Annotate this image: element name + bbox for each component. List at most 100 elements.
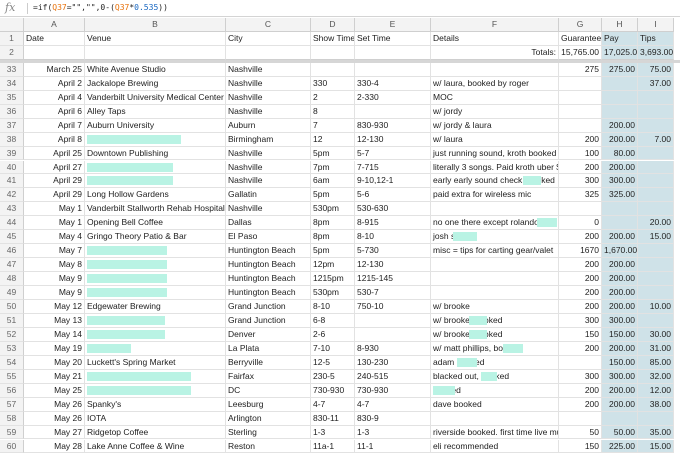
pay-cell[interactable]: 200.00	[602, 342, 638, 356]
tips-cell[interactable]	[638, 286, 674, 300]
details-cell[interactable]: josh set up	[431, 230, 559, 244]
details-cell[interactable]: eli recommended	[431, 440, 559, 453]
tips-cell[interactable]: 15.00	[638, 440, 674, 453]
tips-cell[interactable]	[638, 258, 674, 272]
city-cell[interactable]: Nashville	[226, 91, 311, 105]
venue-cell[interactable]: Vanderbilt Stallworth Rehab Hospital	[85, 202, 226, 216]
guarantee-cell[interactable]: 200	[559, 398, 602, 412]
show-time-cell[interactable]: 2	[311, 91, 355, 105]
city-cell[interactable]: Huntington Beach	[226, 244, 311, 258]
pay-cell[interactable]: 300.00	[602, 370, 638, 384]
city-cell[interactable]: Nashville	[226, 147, 311, 161]
row-number[interactable]: 53	[0, 342, 24, 356]
row-number[interactable]: 44	[0, 216, 24, 230]
guarantee-cell[interactable]	[559, 77, 602, 91]
row-number[interactable]: 38	[0, 133, 24, 147]
row-number[interactable]: 54	[0, 356, 24, 370]
show-time-cell[interactable]: 330	[311, 77, 355, 91]
guarantee-cell[interactable]: 150	[559, 328, 602, 342]
row-number[interactable]: 34	[0, 77, 24, 91]
row-number[interactable]: 60	[0, 440, 24, 453]
tips-cell[interactable]	[638, 202, 674, 216]
tips-cell[interactable]: 20.00	[638, 216, 674, 230]
set-time-cell[interactable]: 12-130	[355, 258, 431, 272]
date-cell[interactable]: May 21	[24, 370, 85, 384]
set-time-cell[interactable]: 8-930	[355, 342, 431, 356]
venue-cell[interactable]	[85, 161, 226, 175]
details-cell[interactable]: w/ jordy & laura	[431, 119, 559, 133]
row-number[interactable]: 40	[0, 161, 24, 175]
set-time-cell[interactable]: 730-930	[355, 384, 431, 398]
row-number[interactable]: 42	[0, 188, 24, 202]
set-time-cell[interactable]: 830-9	[355, 412, 431, 426]
row-number[interactable]: 45	[0, 230, 24, 244]
details-cell[interactable]: dave booked	[431, 398, 559, 412]
tips-cell[interactable]: 12.00	[638, 384, 674, 398]
details-cell[interactable]: early early sound check, booked	[431, 174, 559, 188]
details-cell[interactable]: paid extra for wireless mic	[431, 188, 559, 202]
show-time-cell[interactable]: 730-930	[311, 384, 355, 398]
pay-cell[interactable]	[602, 202, 638, 216]
venue-cell[interactable]	[85, 314, 226, 328]
tips-cell[interactable]: 32.00	[638, 370, 674, 384]
row-number[interactable]: 36	[0, 105, 24, 119]
city-cell[interactable]: Dallas	[226, 216, 311, 230]
set-time-cell[interactable]	[355, 63, 431, 77]
details-cell[interactable]: no one there except rolando	[431, 216, 559, 230]
tips-cell[interactable]: 10.00	[638, 300, 674, 314]
details-cell[interactable]: w/ brooke	[431, 300, 559, 314]
date-cell[interactable]: May 9	[24, 286, 85, 300]
date-cell[interactable]: March 25	[24, 63, 85, 77]
set-time-cell[interactable]: 130-230	[355, 356, 431, 370]
row-number[interactable]: 52	[0, 328, 24, 342]
set-time-cell[interactable]: 750-10	[355, 300, 431, 314]
set-time-cell[interactable]	[355, 314, 431, 328]
guarantee-cell[interactable]	[559, 412, 602, 426]
row-number[interactable]: 39	[0, 147, 24, 161]
city-cell[interactable]: Grand Junction	[226, 314, 311, 328]
set-time-cell[interactable]: 5-6	[355, 188, 431, 202]
guarantee-cell[interactable]: 200	[559, 258, 602, 272]
pay-cell[interactable]: 200.00	[602, 272, 638, 286]
pay-cell[interactable]: 275.00	[602, 63, 638, 77]
pay-cell[interactable]: 300.00	[602, 314, 638, 328]
details-cell[interactable]: w/ jordy	[431, 105, 559, 119]
tips-cell[interactable]	[638, 244, 674, 258]
details-cell[interactable]: blacked out, booked	[431, 370, 559, 384]
tips-cell[interactable]: 35.00	[638, 426, 674, 440]
row-number[interactable]: 43	[0, 202, 24, 216]
tips-cell[interactable]: 75.00	[638, 63, 674, 77]
date-cell[interactable]: May 8	[24, 258, 85, 272]
show-time-cell[interactable]: 530pm	[311, 286, 355, 300]
row-number[interactable]: 48	[0, 272, 24, 286]
header-cell[interactable]: Pay	[602, 32, 638, 46]
show-time-cell[interactable]: 5pm	[311, 244, 355, 258]
row-number[interactable]: 33	[0, 63, 24, 77]
totals-label[interactable]: Totals:	[431, 46, 559, 60]
pay-cell[interactable]: 200.00	[602, 133, 638, 147]
column-header-e[interactable]: E	[355, 18, 431, 32]
show-time-cell[interactable]: 8	[311, 105, 355, 119]
row-number[interactable]: 56	[0, 384, 24, 398]
guarantee-cell[interactable]: 1670	[559, 244, 602, 258]
venue-cell[interactable]: Spanky's	[85, 398, 226, 412]
city-cell[interactable]: DC	[226, 384, 311, 398]
row-number[interactable]: 59	[0, 426, 24, 440]
tips-cell[interactable]	[638, 119, 674, 133]
set-time-cell[interactable]: 330-4	[355, 77, 431, 91]
city-cell[interactable]: Birmingham	[226, 133, 311, 147]
guarantee-cell[interactable]: 200	[559, 230, 602, 244]
guarantee-cell[interactable]: 150	[559, 440, 602, 453]
date-cell[interactable]: May 20	[24, 356, 85, 370]
row-number[interactable]: 51	[0, 314, 24, 328]
guarantee-cell[interactable]: 50	[559, 426, 602, 440]
venue-cell[interactable]: Long Hollow Gardens	[85, 188, 226, 202]
details-cell[interactable]: riverside booked. first time live mu:	[431, 426, 559, 440]
show-time-cell[interactable]: 8pm	[311, 216, 355, 230]
pay-cell[interactable]: 200.00	[602, 384, 638, 398]
venue-cell[interactable]: Opening Bell Coffee	[85, 216, 226, 230]
details-cell[interactable]: w/ brooke, booked	[431, 314, 559, 328]
tips-cell[interactable]: 37.00	[638, 77, 674, 91]
date-cell[interactable]: April 27	[24, 161, 85, 175]
pay-cell[interactable]: 200.00	[602, 119, 638, 133]
